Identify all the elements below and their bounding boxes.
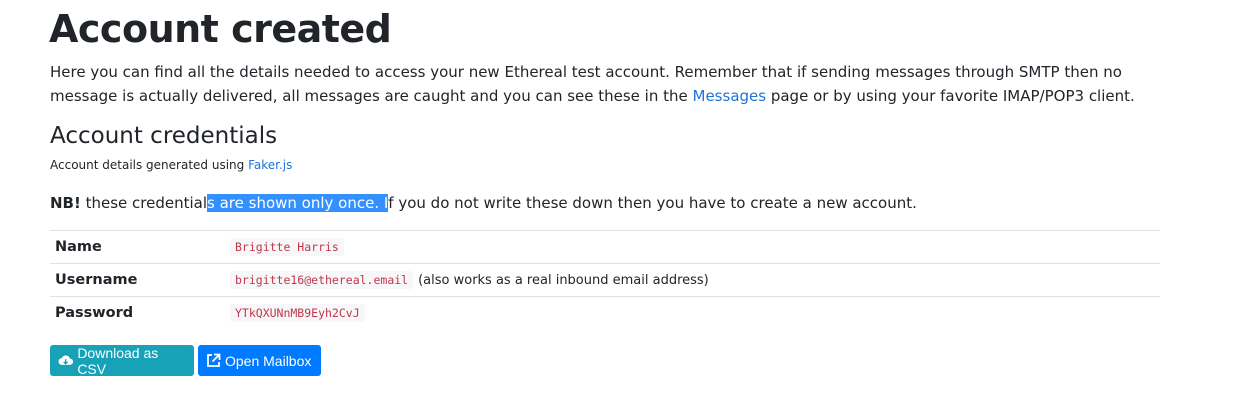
table-row-username: Username brigitte16@ethereal.email (also … (50, 263, 1160, 297)
username-note: (also works as a real inbound email addr… (418, 273, 709, 288)
generated-prefix: Account details generated using (50, 158, 249, 172)
password-cell: YTkQXUNnMB9Eyh2CvJ (225, 296, 1160, 329)
name-cell: Brigitte Harris (225, 230, 1160, 264)
username-value: brigitte16@ethereal.email (230, 271, 414, 289)
cloud-download-icon (58, 354, 74, 365)
username-cell: brigitte16@ethereal.email (also works as … (225, 263, 1160, 297)
credentials-table: Name Brigitte Harris Username brigitte16… (50, 230, 1160, 329)
nb-text-1: these credential (80, 194, 208, 212)
nb-warning: NB! these credentials are shown only onc… (50, 192, 917, 214)
fakerjs-link[interactable]: Faker.js (248, 158, 292, 172)
action-buttons: Download as CSV Open Mailbox (50, 344, 321, 377)
download-csv-label: Download as CSV (77, 344, 159, 377)
open-mailbox-label: Open Mailbox (225, 352, 312, 369)
table-row-name: Name Brigitte Harris (50, 230, 1160, 264)
credentials-heading: Account credentials (50, 123, 278, 149)
name-value: Brigitte Harris (230, 238, 344, 256)
open-mailbox-button[interactable]: Open Mailbox (198, 345, 321, 376)
nb-label: NB! (50, 194, 81, 212)
nb-text-2: f you do not write these down then you h… (388, 194, 917, 212)
password-value: YTkQXUNnMB9Eyh2CvJ (230, 304, 365, 322)
external-link-icon (207, 353, 221, 367)
table-row-password: Password YTkQXUNnMB9Eyh2CvJ (50, 296, 1160, 329)
username-label: Username (50, 263, 225, 297)
messages-link[interactable]: Messages (693, 87, 767, 105)
name-label: Name (50, 230, 225, 264)
generated-note: Account details generated using Faker.js (50, 157, 292, 173)
page-title: Account created (49, 7, 392, 51)
password-label: Password (50, 296, 225, 329)
nb-text-selected: s are shown only once. I (207, 194, 389, 212)
intro-paragraph: Here you can find all the details needed… (50, 60, 1150, 108)
download-csv-button[interactable]: Download as CSV (50, 344, 194, 377)
intro-text-2: page or by using your favorite IMAP/POP3… (766, 87, 1135, 105)
